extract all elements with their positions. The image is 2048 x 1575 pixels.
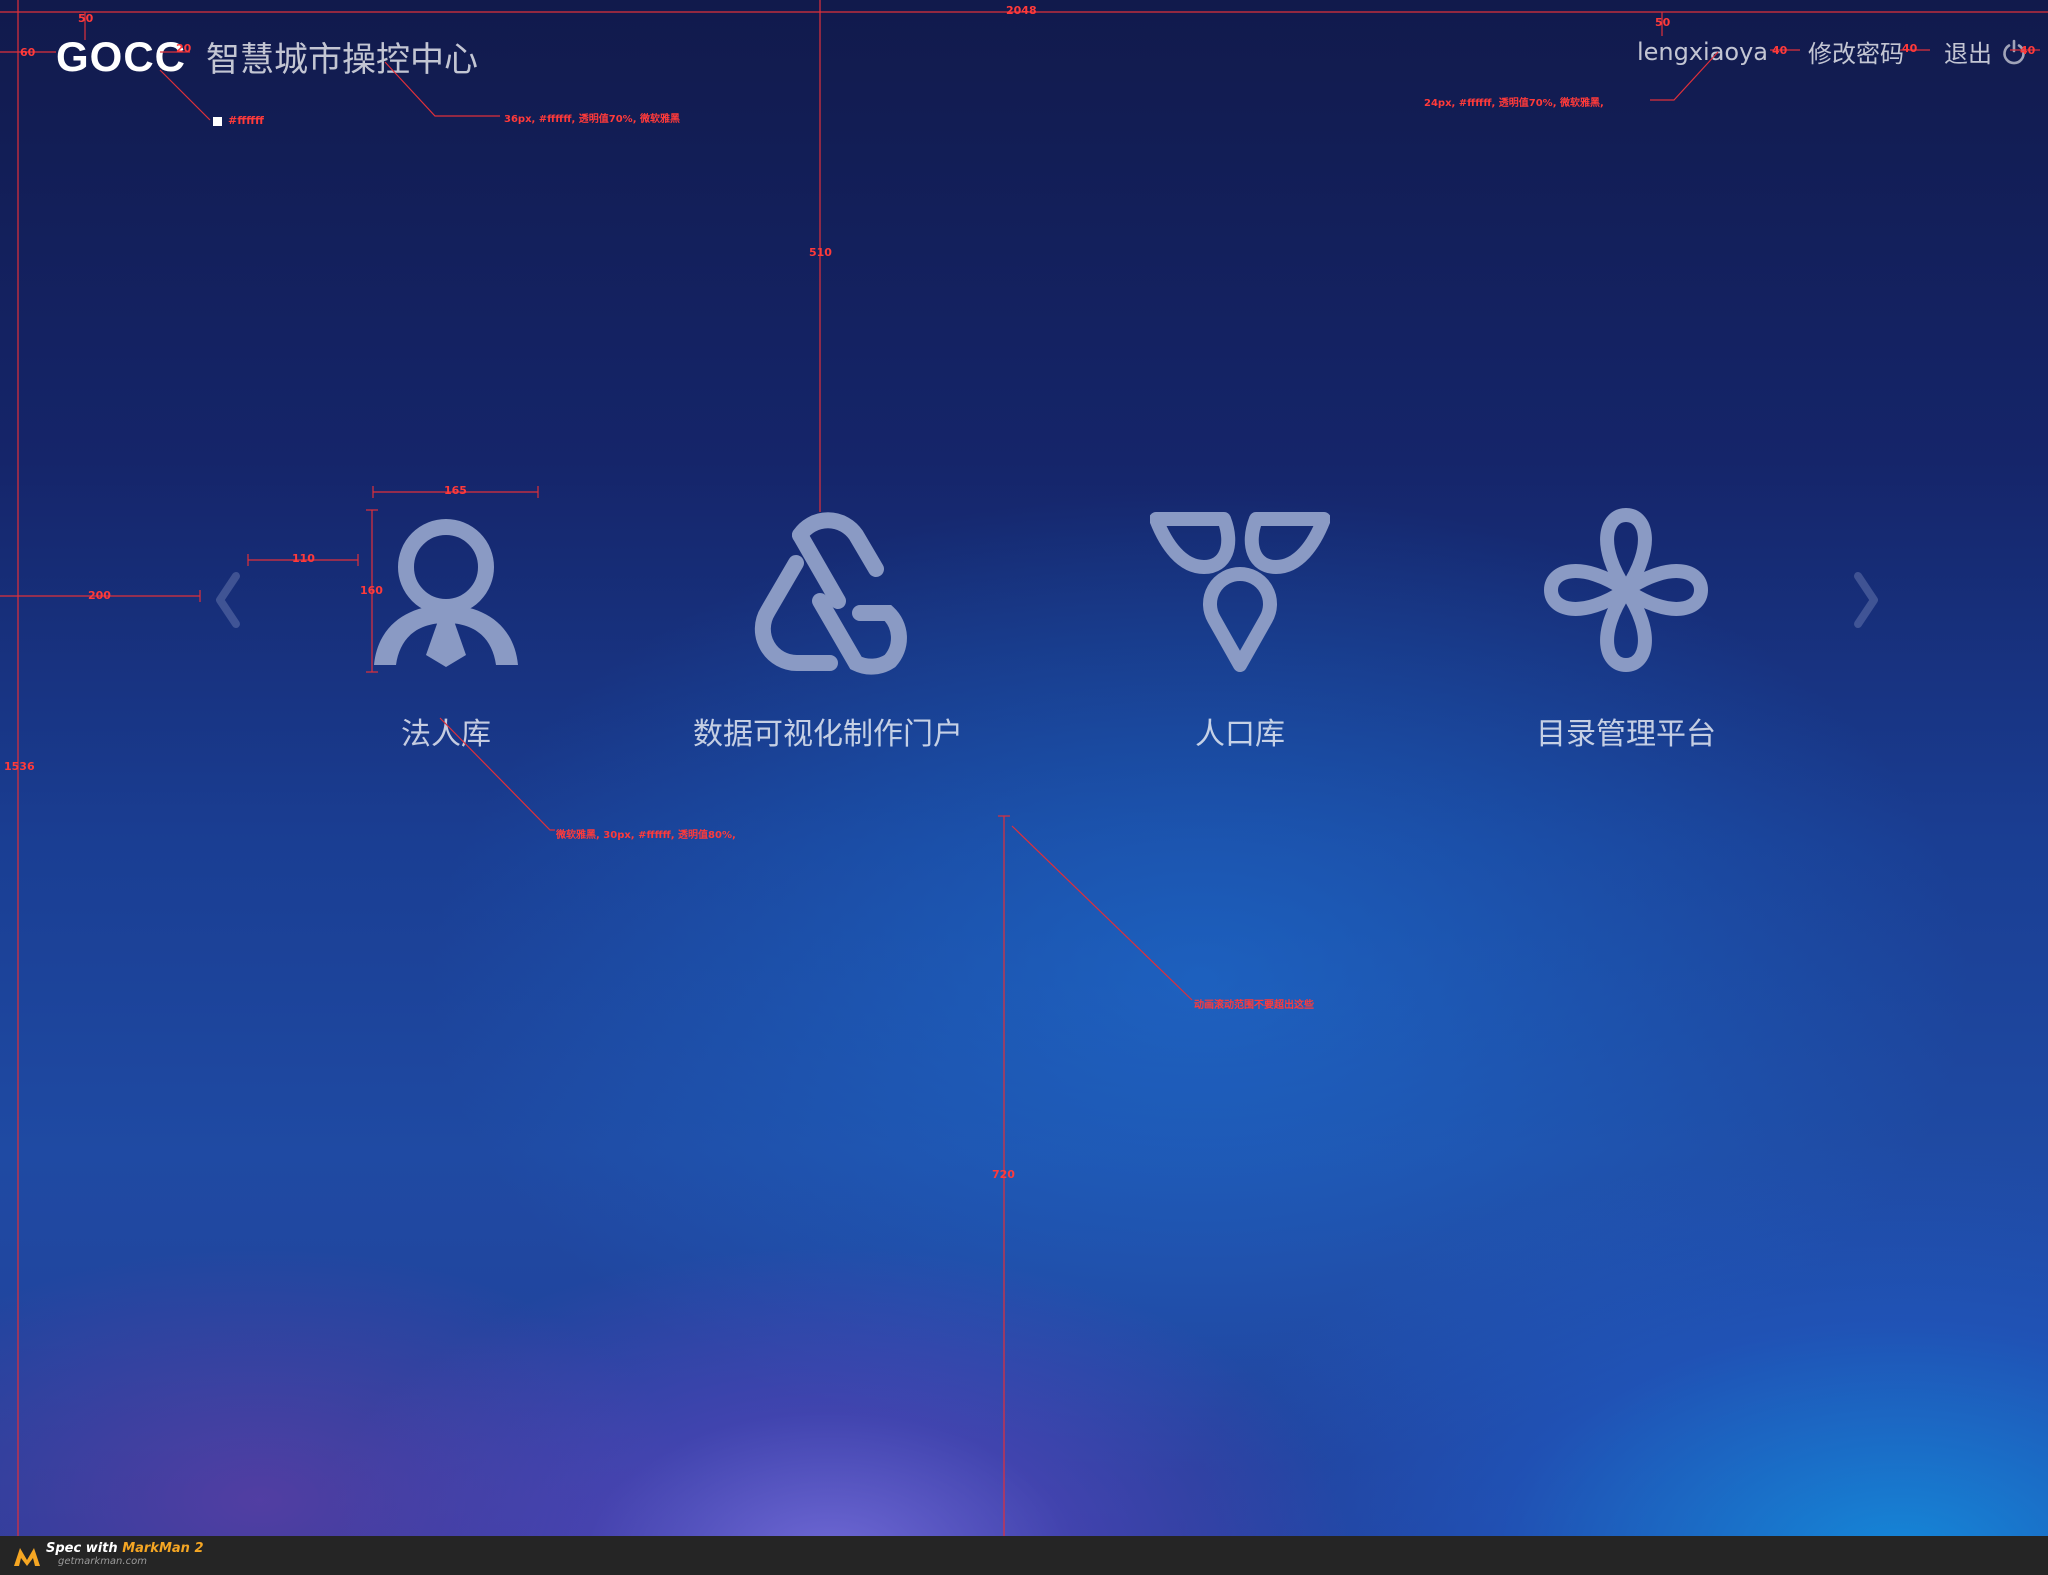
spec-offset-510: 510	[809, 246, 832, 259]
spec-animation-note: 动画滚动范围不要超出这些	[1194, 1000, 1314, 1011]
spec-lines	[0, 0, 2048, 1536]
spec-margin-200: 200	[88, 589, 111, 602]
logout-label: 退出	[1944, 40, 1992, 68]
footer-prefix: Spec with	[46, 1541, 123, 1556]
spec-gap-110: 110	[292, 552, 315, 565]
brand-cn: 智慧城市操控中心	[206, 40, 478, 80]
spec-margin-left: 60	[20, 46, 36, 59]
spec-width-2048: 2048	[1006, 4, 1037, 17]
chevron-right-icon	[1854, 572, 1878, 628]
tile-label: 法人库	[401, 717, 491, 752]
triad-icon	[1149, 512, 1331, 672]
tile-population-db[interactable]: 人口库	[1080, 505, 1400, 753]
prev-arrow[interactable]	[208, 568, 248, 632]
spec-gap-40b: 40	[1902, 42, 1918, 55]
tile-legal-person-db[interactable]: 法人库	[286, 505, 606, 753]
spec-swatch-label: #ffffff	[228, 114, 264, 127]
brand-en: GOCC	[56, 33, 186, 80]
markman-footer: Spec with MarkMan 2 getmarkman.com	[0, 1536, 2048, 1575]
spec-offset-720: 720	[992, 1168, 1015, 1181]
page-background: GOCC 智慧城市操控中心 lengxiaoya 修改密码 退出 法人库 数据可…	[0, 0, 2048, 1536]
next-arrow[interactable]	[1846, 568, 1886, 632]
footer-brand: MarkMan 2	[122, 1541, 204, 1556]
color-swatch	[213, 117, 222, 126]
clover-icon	[1543, 507, 1709, 673]
tile-data-visualization-portal[interactable]: 数据可视化制作门户	[668, 505, 988, 753]
footer-url[interactable]: getmarkman.com	[58, 1556, 147, 1567]
spec-icon-height: 160	[360, 584, 383, 597]
tile-catalog-management[interactable]: 目录管理平台	[1466, 505, 1786, 753]
person-icon	[374, 519, 518, 667]
spec-user-note: 24px, #ffffff, 透明值70%, 微软雅黑,	[1424, 98, 1604, 109]
markman-logo-icon	[14, 1548, 40, 1566]
spec-gap-20: 20	[176, 42, 192, 55]
spec-label-note: 微软雅黑, 30px, #ffffff, 透明值80%,	[556, 830, 736, 841]
username: lengxiaoya	[1636, 37, 1768, 66]
change-password-link[interactable]: 修改密码	[1808, 34, 1904, 69]
spec-gap-40c: 40	[2020, 44, 2036, 57]
spec-height-1536: 1536	[4, 760, 35, 773]
user-bar: lengxiaoya 修改密码 退出	[1637, 34, 2028, 69]
spec-margin-top: 50	[78, 12, 94, 25]
logout-button[interactable]: 退出	[1944, 34, 2028, 69]
tile-label: 人口库	[1195, 717, 1285, 752]
link-icon	[754, 512, 907, 675]
brand-title: GOCC 智慧城市操控中心	[56, 32, 478, 80]
tile-label: 数据可视化制作门户	[693, 717, 963, 752]
chevron-left-icon	[216, 572, 240, 628]
spec-margin-top-right: 50	[1655, 16, 1671, 29]
spec-gap-40a: 40	[1772, 44, 1788, 57]
spec-title-note: 36px, #ffffff, 透明值70%, 微软雅黑	[504, 114, 680, 125]
footer-title: Spec with MarkMan 2	[46, 1541, 204, 1556]
tile-label: 目录管理平台	[1536, 717, 1716, 752]
spec-icon-width: 165	[444, 484, 467, 497]
